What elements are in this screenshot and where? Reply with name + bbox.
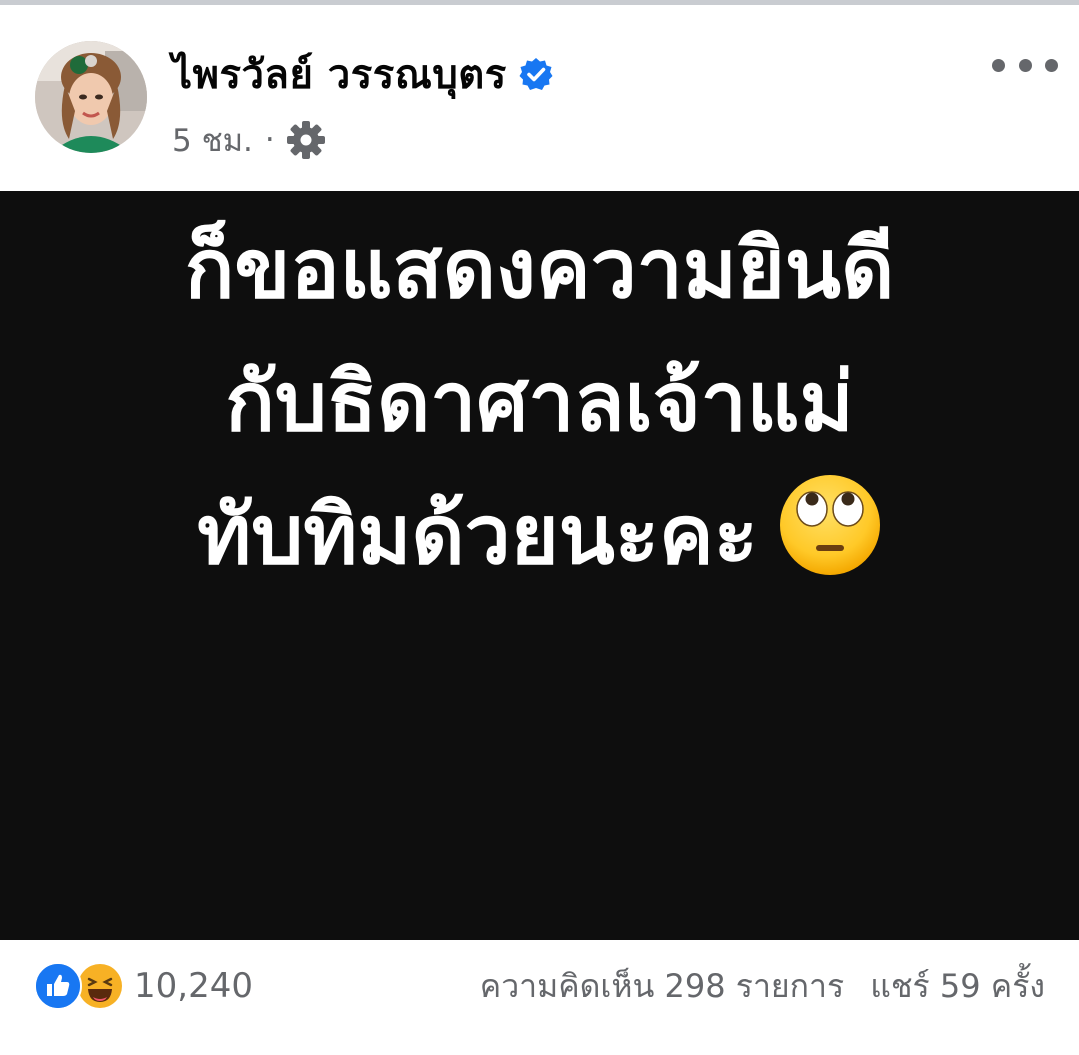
more-dot [992,58,1005,72]
more-dot [1018,58,1032,72]
post-footer: 10,240 ความคิดเห็น 298 รายการ แชร์ 59 คร… [0,940,1079,1055]
post-stats: ความคิดเห็น 298 รายการ แชร์ 59 ครั้ง [480,962,1045,1010]
author-name[interactable]: ไพรวัลย์ วรรณบุตร [172,42,507,106]
avatar-image [35,41,147,153]
post-timestamp[interactable]: 5 ชม. [172,115,253,165]
reaction-count: 10,240 [134,966,253,1006]
post-header: ไพรวัลย์ วรรณบุตร 5 ชม. · [0,5,1079,191]
haha-icon [76,962,124,1010]
post-text-line-1: ก็ขอแสดงความยินดี [184,222,895,317]
more-options-icon[interactable] [992,47,1058,83]
like-icon [34,962,82,1010]
post-text-line-3-wrap: ทับทิมด้วยนะคะ [0,469,1079,602]
meta-separator: · [264,122,275,158]
comments-count-link[interactable]: ความคิดเห็น 298 รายการ [480,961,844,1012]
author-row: ไพรวัลย์ วรรณบุตร [172,43,553,105]
post-meta: 5 ชม. · [172,115,327,165]
gear-icon[interactable] [285,119,327,161]
verified-badge-icon [519,57,553,91]
shares-count-link[interactable]: แชร์ 59 ครั้ง [870,961,1045,1012]
post-text-line-3: ทับทิมด้วยนะคะ [197,488,758,583]
more-dot [1045,58,1058,72]
reactions-summary[interactable]: 10,240 [34,962,253,1010]
face-with-rolling-eyes-icon [778,473,882,577]
avatar[interactable] [35,41,147,153]
post-image-text: ก็ขอแสดงความยินดี กับธิดาศาลเจ้าแม่ ทับท… [0,203,1079,602]
post-text-line-2: กับธิดาศาลเจ้าแม่ [225,355,854,450]
